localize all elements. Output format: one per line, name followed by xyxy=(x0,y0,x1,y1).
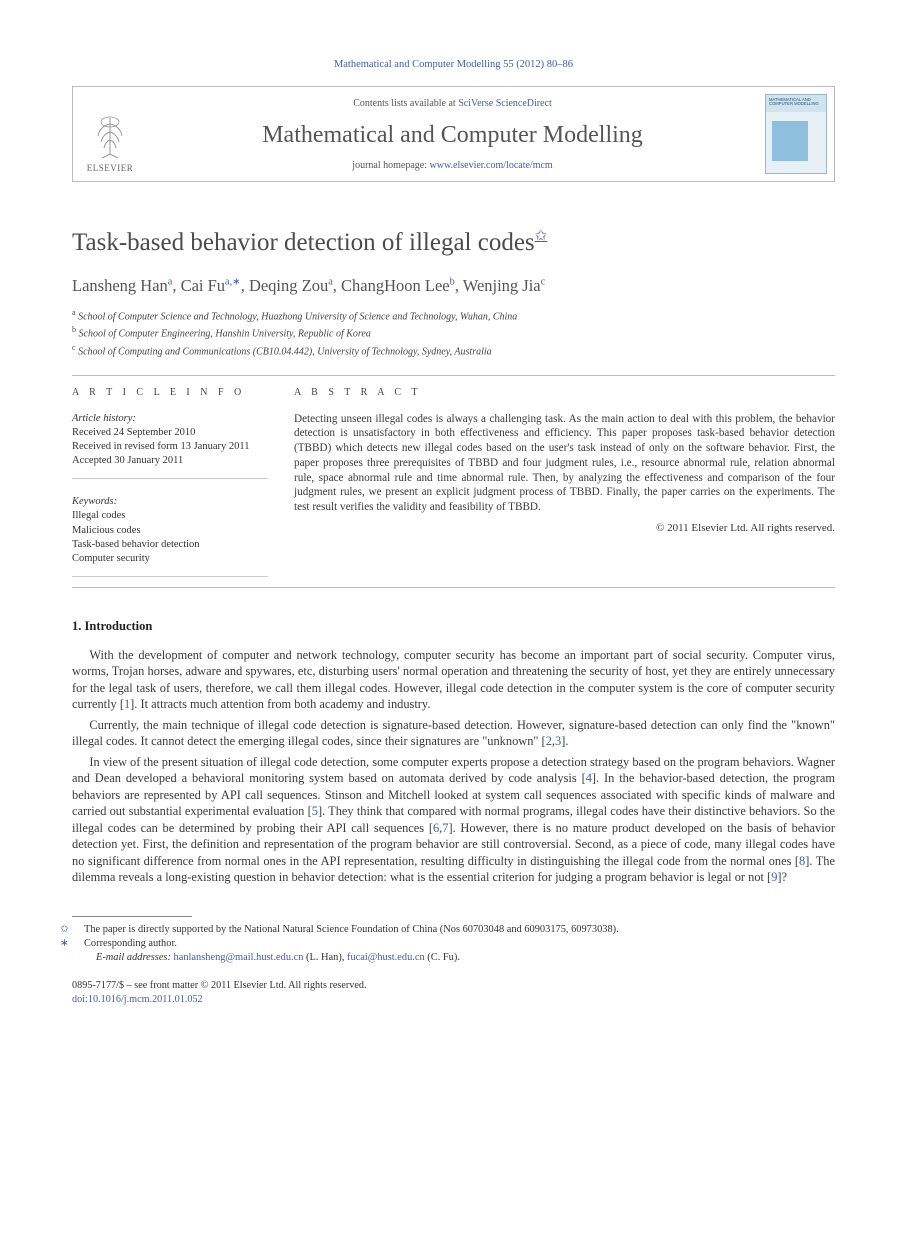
paragraph: With the development of computer and net… xyxy=(72,647,835,713)
keyword: Illegal codes xyxy=(72,509,268,523)
article-info-label: A R T I C L E I N F O xyxy=(72,386,268,400)
journal-homepage: journal homepage: www.elsevier.com/locat… xyxy=(147,159,758,173)
asterisk-icon: ∗ xyxy=(72,937,84,951)
contents-available: Contents lists available at SciVerse Sci… xyxy=(147,97,758,111)
article-title: Task-based behavior detection of illegal… xyxy=(72,226,835,260)
homepage-prefix: journal homepage: xyxy=(352,160,429,171)
author-2-affil[interactable]: a,∗ xyxy=(225,277,241,288)
contents-prefix: Contents lists available at xyxy=(353,98,458,109)
author-3: Deqing Zou xyxy=(249,276,328,295)
author-2: Cai Fu xyxy=(181,276,225,295)
ref-link-6[interactable]: 6 xyxy=(433,821,439,835)
email-label: E-mail addresses: xyxy=(96,952,171,963)
keyword: Task-based behavior detection xyxy=(72,538,268,552)
footnote-emails: E-mail addresses: hanlansheng@mail.hust.… xyxy=(72,951,835,965)
star-icon: ✩ xyxy=(72,923,84,937)
abstract-label: A B S T R A C T xyxy=(294,386,835,400)
author-1: Lansheng Han xyxy=(72,276,168,295)
journal-title: Mathematical and Computer Modelling xyxy=(147,119,758,151)
affiliation-b: b School of Computer Engineering, Hanshi… xyxy=(72,325,835,341)
author-1-affil[interactable]: a xyxy=(168,277,173,288)
footnote-corresponding: ∗Corresponding author. xyxy=(72,937,835,951)
elsevier-tree-icon xyxy=(89,114,131,160)
email-link-2[interactable]: fucai@hust.edu.cn xyxy=(347,952,425,963)
abstract-text: Detecting unseen illegal codes is always… xyxy=(294,412,835,515)
keywords-block: Keywords: Illegal codes Malicious codes … xyxy=(72,495,268,577)
abstract-copyright: © 2011 Elsevier Ltd. All rights reserved… xyxy=(294,521,835,536)
citation-line: Mathematical and Computer Modelling 55 (… xyxy=(72,58,835,72)
paragraph: In view of the present situation of ille… xyxy=(72,754,835,886)
footnote-funding: ✩The paper is directly supported by the … xyxy=(72,923,835,937)
article-history: Article history: Received 24 September 2… xyxy=(72,412,268,480)
homepage-link[interactable]: www.elsevier.com/locate/mcm xyxy=(430,160,553,171)
journal-cover: MATHEMATICAL AND COMPUTER MODELLING xyxy=(758,87,834,180)
history-received: Received 24 September 2010 xyxy=(72,426,268,440)
section-heading-1: 1. Introduction xyxy=(72,618,835,635)
cover-text: MATHEMATICAL AND COMPUTER MODELLING xyxy=(769,98,823,107)
divider xyxy=(72,375,835,376)
title-text: Task-based behavior detection of illegal… xyxy=(72,229,535,256)
divider xyxy=(72,587,835,588)
affiliation-c: c School of Computing and Communications… xyxy=(72,343,835,359)
front-matter: 0895-7177/$ – see front matter © 2011 El… xyxy=(72,979,835,1007)
affiliation-a: a School of Computer Science and Technol… xyxy=(72,308,835,324)
author-3-affil[interactable]: a xyxy=(328,277,333,288)
doi-label[interactable]: doi: xyxy=(72,994,88,1005)
paragraph: Currently, the main technique of illegal… xyxy=(72,717,835,750)
journal-header: ELSEVIER Contents lists available at Sci… xyxy=(72,86,835,181)
keyword: Malicious codes xyxy=(72,524,268,538)
abstract-column: A B S T R A C T Detecting unseen illegal… xyxy=(294,386,835,577)
article-info-column: A R T I C L E I N F O Article history: R… xyxy=(72,386,268,577)
issn-copyright: 0895-7177/$ – see front matter © 2011 El… xyxy=(72,979,835,993)
author-list: Lansheng Hana, Cai Fua,∗, Deqing Zoua, C… xyxy=(72,275,835,297)
publisher-name: ELSEVIER xyxy=(87,162,134,174)
author-4: ChangHoon Lee xyxy=(341,276,450,295)
title-footnote-mark[interactable]: ✩ xyxy=(535,228,548,244)
cover-thumbnail: MATHEMATICAL AND COMPUTER MODELLING xyxy=(765,94,827,174)
history-revised: Received in revised form 13 January 2011 xyxy=(72,440,268,454)
keyword: Computer security xyxy=(72,552,268,566)
history-label: Article history: xyxy=(72,412,268,426)
keywords-label: Keywords: xyxy=(72,495,268,509)
history-accepted: Accepted 30 January 2011 xyxy=(72,454,268,468)
author-5-affil[interactable]: c xyxy=(541,277,546,288)
footnote-separator xyxy=(72,916,192,917)
email-link-1[interactable]: hanlansheng@mail.hust.edu.cn xyxy=(174,952,304,963)
sciencedirect-link[interactable]: SciVerse ScienceDirect xyxy=(458,98,552,109)
author-4-affil[interactable]: b xyxy=(450,277,455,288)
ref-link-2[interactable]: 2 xyxy=(546,734,552,748)
publisher-logo: ELSEVIER xyxy=(73,87,147,180)
doi-link[interactable]: 10.1016/j.mcm.2011.01.052 xyxy=(88,994,203,1005)
author-5: Wenjing Jia xyxy=(463,276,541,295)
